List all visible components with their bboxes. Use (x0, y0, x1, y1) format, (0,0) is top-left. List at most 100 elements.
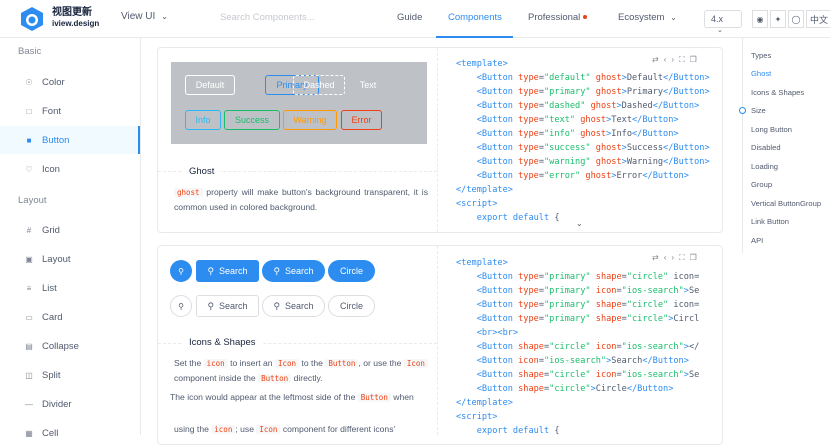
sidebar-item-card[interactable]: ▭ Card (0, 303, 140, 331)
card-icon: ▭ (25, 312, 33, 322)
ghost-dashed-button[interactable]: Dashed (293, 75, 345, 95)
top-navbar: 视图更新 iview.design View UI ⌄ Search Compo… (0, 0, 830, 38)
sidebar-item-cell[interactable]: ▦ Cell (0, 419, 140, 447)
toc-item-disabled[interactable]: Disabled (751, 143, 781, 152)
code-line: export default { (476, 213, 560, 223)
iview-logo-icon[interactable] (18, 5, 46, 33)
grid-icon: # (26, 225, 32, 235)
button-icon: ■ (26, 135, 32, 145)
code-chip: Button (357, 393, 391, 402)
ghost-code-block: <template> <Button type="default" ghost>… (456, 57, 717, 227)
search-icon: ⚲ (273, 265, 281, 276)
code-line: <Button type="success" ghost>Success</Bu… (476, 143, 710, 153)
circle-search-button[interactable]: ⚲ (170, 295, 192, 317)
code-line: <Button shape="circle" icon="ios-search"… (476, 370, 700, 380)
nav-ecosystem[interactable]: Ecosystem ⌄ (618, 12, 677, 23)
sidebar-item-grid[interactable]: # Grid (0, 216, 140, 244)
twitter-icon[interactable]: ✦ (770, 10, 786, 28)
nav-guide[interactable]: Guide (397, 12, 422, 23)
sidebar-item-icon[interactable]: ♡ Icon (0, 155, 140, 183)
code-line: </template> (456, 185, 513, 195)
code-line: <Button icon="ios-search">Search</Button… (476, 356, 689, 366)
version-select[interactable]: 4.x ⌄ (704, 10, 742, 34)
settings-icon[interactable]: ◯ (788, 10, 804, 28)
ghost-description-text: property will make button's background t… (174, 187, 428, 212)
product-select-label: View UI (121, 11, 156, 22)
new-badge-dot (583, 15, 588, 20)
code-chip: Button (258, 374, 292, 383)
language-button[interactable]: 中文 (806, 10, 830, 28)
sidebar-item-list[interactable]: ≡ List (0, 274, 140, 302)
toc-item-long-button[interactable]: Long Button (751, 125, 792, 134)
top-icon-group: ◉ ✦ ◯ 中文 (752, 10, 830, 28)
nav-components[interactable]: Components (448, 12, 502, 23)
toc-item-loading[interactable]: Loading (751, 162, 778, 171)
sidebar-item-split[interactable]: ◫ Split (0, 361, 140, 389)
heart-icon: ♡ (25, 164, 33, 174)
sidebar-item-label: Divider (42, 398, 72, 410)
search-input[interactable]: Search Components... (220, 12, 315, 23)
code-line: <Button type="dashed" ghost>Dashed</Butt… (476, 101, 700, 111)
code-line: <Button type="primary" ghost>Primary</Bu… (476, 87, 710, 97)
ghost-error-button[interactable]: Error (341, 110, 382, 130)
ghost-success-button[interactable]: Success (224, 110, 280, 130)
sidebar-item-label: Layout (42, 253, 71, 265)
primary-search-button[interactable]: ⚲ Search (196, 260, 259, 282)
desc-text: ; use (235, 424, 257, 434)
brand[interactable]: 视图更新 iview.design (52, 7, 99, 29)
toc-item-icons-shapes[interactable]: Icons & Shapes (751, 88, 804, 97)
circle-button[interactable]: Circle (328, 295, 375, 317)
code-chip: icon (203, 359, 228, 368)
code-line: <Button shape="circle" icon="ios-search"… (476, 342, 700, 352)
button-label: Search (285, 301, 314, 311)
sidebar-item-layout[interactable]: ▣ Layout (0, 245, 140, 273)
toc-item-link-button[interactable]: Link Button (751, 217, 789, 226)
search-button[interactable]: ⚲ Search (196, 295, 259, 317)
toc-item-api[interactable]: API (751, 236, 763, 245)
toc-item-size[interactable]: Size (751, 106, 766, 115)
toc-item-group[interactable]: Group (751, 180, 772, 189)
desc-text: , or use the (358, 358, 404, 368)
card-divider (437, 48, 438, 232)
cell-icon: ▦ (25, 428, 33, 438)
sidebar-item-divider[interactable]: — Divider (0, 390, 140, 418)
ghost-text-button[interactable]: Text (352, 75, 384, 95)
github-icon[interactable]: ◉ (752, 10, 768, 28)
ghost-description: ghost property will make button's backgr… (174, 185, 428, 215)
sidebar-item-color[interactable]: ☉ Color (0, 68, 140, 96)
layout-icon: ▣ (25, 254, 33, 264)
sidebar-item-collapse[interactable]: ▤ Collapse (0, 332, 140, 360)
sidebar-item-button[interactable]: ■ Button (0, 126, 140, 154)
sidebar: Basic ☉ Color □ Font ■ Button ♡ Icon Lay… (0, 38, 141, 439)
desc-text: The icon would appear at the leftmost si… (170, 392, 358, 402)
code-line: <template> (456, 258, 508, 268)
expand-code-chevron-icon[interactable]: ⌄ (576, 219, 583, 228)
sidebar-item-label: Icon (42, 163, 60, 175)
ghost-default-button[interactable]: Default (185, 75, 235, 95)
ghost-warning-button[interactable]: Warning (283, 110, 337, 130)
circle-search-text-button[interactable]: ⚲ Search (262, 295, 325, 317)
code-line: <Button type="primary" shape="circle" ic… (476, 272, 700, 282)
nav-professional[interactable]: Professional (528, 12, 588, 23)
toc-item-types[interactable]: Types (751, 51, 771, 60)
product-select[interactable]: View UI ⌄ (121, 11, 168, 22)
search-icon: ⚲ (178, 301, 184, 311)
code-chip: Icon (274, 359, 300, 368)
ghost-info-button[interactable]: Info (185, 110, 221, 130)
toc-active-dot (739, 107, 746, 114)
search-icon: ⚲ (273, 300, 281, 311)
toc-item-vertical-buttongroup[interactable]: Vertical ButtonGroup (751, 199, 821, 208)
desc-text: to the (299, 358, 326, 368)
sidebar-item-font[interactable]: □ Font (0, 97, 140, 125)
primary-circle-search-button[interactable]: ⚲ (170, 260, 192, 282)
sidebar-item-label: Button (42, 134, 70, 146)
primary-circle-search-text-button[interactable]: ⚲ Search (262, 260, 325, 282)
desc-text: using the (174, 424, 212, 434)
code-line: <Button type="default" ghost>Default</Bu… (476, 73, 710, 83)
primary-circle-button[interactable]: Circle (328, 260, 375, 282)
code-line: <br><br> (476, 328, 519, 338)
code-chip: Button (325, 359, 359, 368)
code-line: <script> (456, 412, 498, 422)
toc-item-ghost[interactable]: Ghost (751, 69, 771, 78)
code-chip: icon (211, 425, 236, 434)
